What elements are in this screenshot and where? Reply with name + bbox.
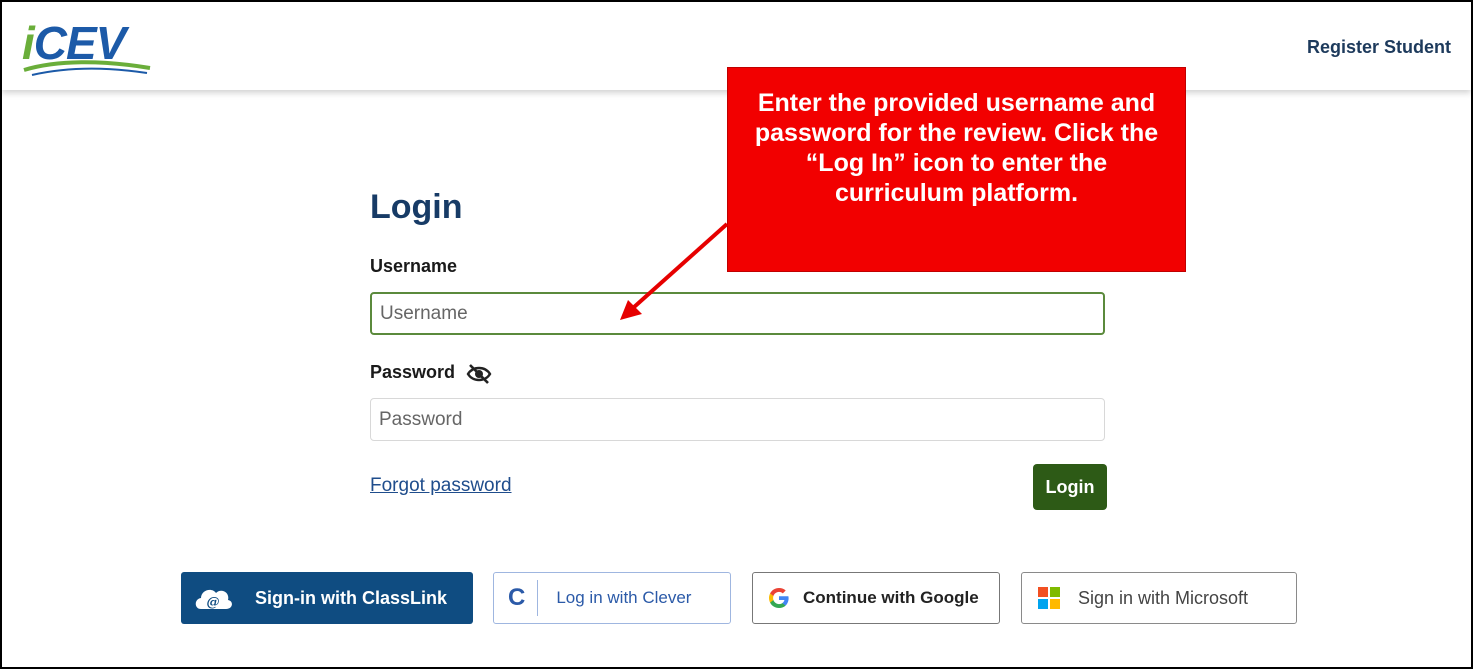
forgot-password-link[interactable]: Forgot password — [370, 475, 512, 497]
username-label: Username — [370, 256, 458, 276]
classlink-label: Sign-in with ClassLink — [255, 587, 448, 608]
microsoft-signin-button[interactable]: Sign in with Microsoft — [1021, 572, 1297, 624]
hide-password-eye-icon[interactable] — [465, 363, 493, 385]
google-label: Continue with Google — [803, 588, 979, 607]
google-continue-button[interactable]: Continue with Google — [752, 572, 1000, 624]
clever-label: Log in with Clever — [556, 588, 692, 607]
logo-swoosh-icon — [23, 60, 151, 76]
page-frame: iCEV Register Student Login Username Pas… — [0, 0, 1473, 669]
icev-logo[interactable]: iCEV — [22, 16, 172, 76]
register-student-link[interactable]: Register Student — [1307, 37, 1451, 58]
instruction-callout: Enter the provided username and password… — [727, 67, 1186, 272]
login-button[interactable]: Login — [1033, 464, 1107, 510]
password-label: Password — [370, 362, 456, 382]
clever-divider — [537, 580, 539, 616]
microsoft-label: Sign in with Microsoft — [1078, 587, 1249, 608]
clever-login-button[interactable]: C Log in with Clever — [493, 572, 731, 624]
classlink-cloud-icon: @ — [195, 589, 232, 610]
page-title: Login — [370, 188, 463, 226]
classlink-signin-button[interactable]: @ Sign-in with ClassLink — [181, 572, 473, 624]
microsoft-logo-icon — [1038, 587, 1060, 609]
svg-text:@: @ — [207, 595, 220, 610]
clever-c-icon: C — [508, 584, 526, 611]
google-g-icon — [769, 588, 789, 608]
username-input[interactable] — [370, 292, 1105, 335]
password-input[interactable] — [370, 398, 1105, 441]
